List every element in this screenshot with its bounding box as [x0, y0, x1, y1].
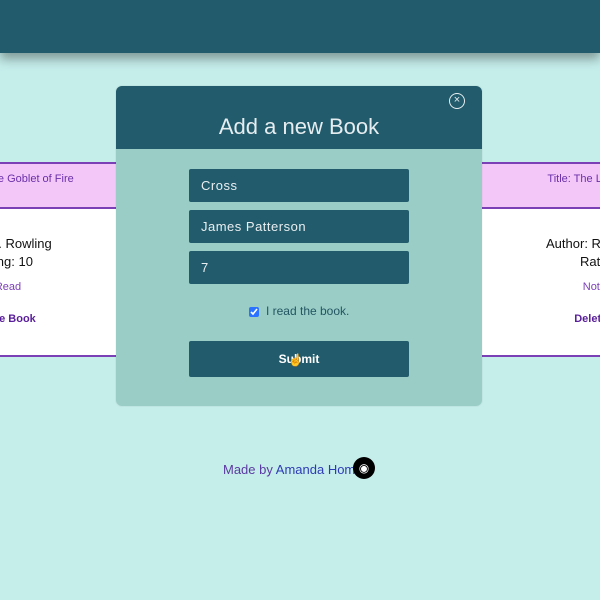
book-card-author: r: J. K. Rowling	[0, 236, 52, 251]
read-checkbox[interactable]	[248, 306, 259, 317]
book-card-title: otter and the Goblet of Fire	[0, 164, 132, 209]
book-card-body: r: J. K. Rowling ating: 10 Read elete Bo…	[0, 209, 132, 325]
close-icon[interactable]: ×	[449, 93, 465, 109]
book-card: Title: The Lightning Thie Author: Rick R…	[480, 162, 600, 357]
book-card-title: Title: The Lightning Thie	[482, 164, 600, 209]
page: otter and the Goblet of Fire r: J. K. Ro…	[0, 0, 600, 600]
modal-title: Add a new Book	[218, 114, 380, 139]
book-card-status: Not Read	[582, 281, 600, 293]
add-book-modal: Add a new Book × I read the book. Submit	[116, 86, 482, 406]
footer-credit: Made by Amanda Hom	[223, 462, 355, 477]
book-card: otter and the Goblet of Fire r: J. K. Ro…	[0, 162, 134, 357]
read-checkbox-row[interactable]: I read the book.	[116, 304, 482, 318]
book-rating-input[interactable]	[189, 251, 409, 284]
book-card-body: Author: Rick Riordan Rating: 9 Not Read …	[482, 209, 600, 325]
book-card-rating: ating: 10	[0, 254, 33, 269]
footer-made-by: Made by	[223, 462, 273, 477]
delete-book-button[interactable]: elete Book	[0, 313, 132, 325]
book-card-author: Author: Rick Riordan	[546, 236, 600, 251]
book-title-input[interactable]	[189, 169, 409, 202]
book-card-status: Read	[0, 281, 22, 293]
book-author-input[interactable]	[189, 210, 409, 243]
delete-book-button[interactable]: Delete Book	[482, 313, 600, 325]
book-card-rating: Rating: 9	[579, 254, 600, 269]
read-checkbox-label: I read the book.	[265, 304, 350, 318]
top-navbar	[0, 0, 600, 53]
submit-button[interactable]: Submit	[189, 341, 409, 377]
github-icon[interactable]: ◉	[353, 457, 375, 479]
author-link[interactable]: Amanda Hom	[276, 462, 355, 477]
